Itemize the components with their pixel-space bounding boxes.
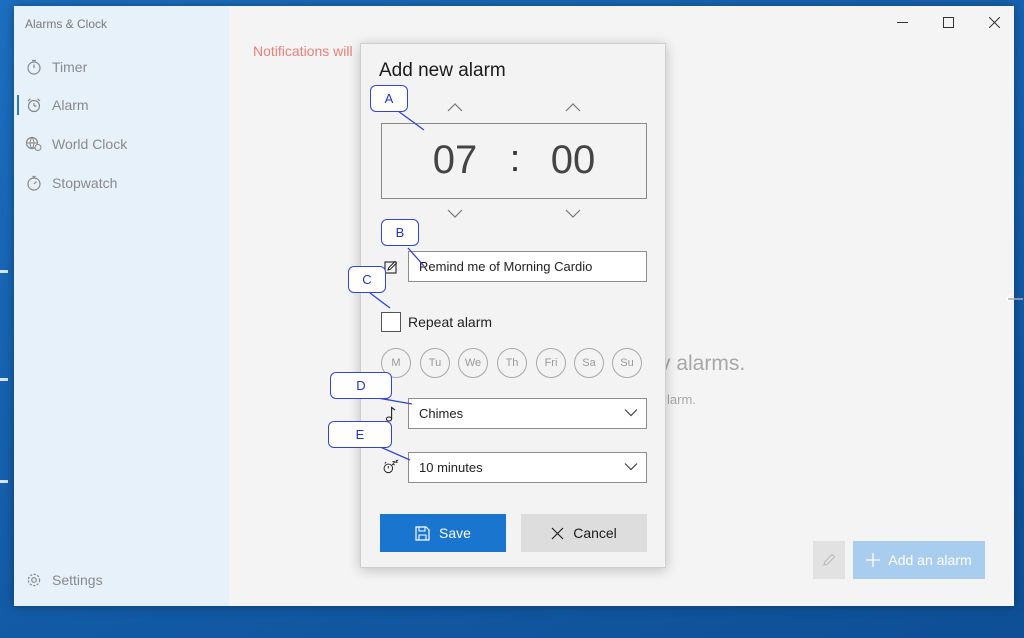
alarm-sound-select[interactable]: Chimes [408, 398, 647, 429]
chevron-down-icon [447, 209, 463, 218]
repeat-alarm-label: Repeat alarm [408, 314, 493, 330]
cancel-label: Cancel [573, 525, 617, 541]
alarm-clock-icon [23, 97, 45, 113]
snooze-icon [383, 459, 399, 475]
snooze-time-select[interactable]: 10 minutes [408, 452, 647, 483]
day-toggle-friday[interactable]: Fri [536, 348, 566, 378]
nav-item-stopwatch[interactable]: Stopwatch [14, 164, 229, 202]
resize-cursor-icon [1006, 294, 1023, 304]
nav-item-label: Settings [52, 572, 103, 588]
nav-item-timer[interactable]: Timer [14, 48, 229, 86]
desktop-icon-fragment [0, 270, 8, 273]
close-button[interactable] [971, 9, 1014, 35]
globe-icon [23, 136, 45, 152]
alarm-name-value: Remind me of Morning Cardio [419, 259, 593, 274]
chevron-down-icon [624, 463, 638, 471]
day-toggle-tuesday[interactable]: Tu [420, 348, 450, 378]
close-icon [551, 527, 564, 539]
repeat-alarm-checkbox[interactable] [381, 312, 401, 332]
chevron-down-icon [565, 209, 581, 218]
snooze-time-value: 10 minutes [419, 460, 483, 475]
annotation-c: C [348, 266, 386, 293]
minute-increase-button[interactable] [563, 101, 583, 113]
alarm-name-input[interactable]: Remind me of Morning Cardio [408, 251, 647, 282]
day-toggle-saturday[interactable]: Sa [574, 348, 604, 378]
hour-value[interactable]: 07 [420, 138, 490, 183]
nav-item-label: Stopwatch [52, 175, 118, 191]
maximize-button[interactable] [925, 9, 971, 35]
desktop-icon-fragment [0, 378, 8, 381]
alarm-sound-value: Chimes [419, 406, 464, 421]
nav-item-world-clock[interactable]: World Clock [14, 125, 229, 163]
day-toggle-wednesday[interactable]: We [458, 348, 488, 378]
chevron-down-icon [624, 409, 638, 417]
nav-item-label: Alarm [52, 97, 89, 113]
save-icon [415, 525, 430, 541]
annotation-d: D [330, 372, 392, 399]
maximize-icon [942, 16, 954, 28]
gear-icon [23, 572, 45, 588]
hour-increase-button[interactable] [445, 101, 465, 113]
nav-pane: Alarms & Clock Timer Alarm World Clock S… [14, 6, 229, 606]
notification-warning: Notifications will [253, 43, 353, 59]
app-title: Alarms & Clock [25, 17, 108, 31]
empty-state-subtitle: larm. [667, 392, 696, 407]
stopwatch-icon [23, 175, 45, 191]
add-alarm-label: Add an alarm [888, 552, 972, 568]
pencil-icon [823, 553, 836, 566]
minimize-button[interactable] [879, 9, 925, 35]
minute-value[interactable]: 00 [538, 138, 608, 183]
empty-state-title: y alarms. [660, 352, 746, 375]
selection-indicator [17, 95, 19, 115]
chevron-up-icon [447, 102, 463, 111]
nav-item-label: Timer [52, 59, 88, 75]
nav-item-settings[interactable]: Settings [14, 561, 229, 599]
hour-decrease-button[interactable] [445, 207, 465, 219]
annotation-e: E [328, 421, 392, 448]
plus-icon [866, 553, 881, 567]
day-toggle-sunday[interactable]: Su [612, 348, 642, 378]
edit-alarms-button[interactable] [813, 541, 845, 579]
minimize-icon [896, 21, 908, 23]
timer-icon [23, 59, 45, 75]
day-toggle-thursday[interactable]: Th [497, 348, 527, 378]
cancel-button[interactable]: Cancel [521, 514, 647, 552]
time-picker[interactable]: 07 : 00 [381, 123, 647, 199]
nav-item-label: World Clock [52, 136, 128, 152]
time-separator: : [509, 138, 521, 180]
save-label: Save [439, 525, 471, 541]
desktop-icon-fragment [0, 480, 8, 483]
minute-decrease-button[interactable] [563, 207, 583, 219]
music-note-icon [383, 406, 399, 422]
annotation-a: A [370, 85, 408, 112]
dialog-title: Add new alarm [379, 60, 506, 81]
nav-item-alarm[interactable]: Alarm [14, 86, 229, 124]
annotation-b: B [381, 219, 419, 246]
add-alarm-button[interactable]: Add an alarm [853, 541, 985, 579]
add-alarm-dialog: Add new alarm 07 : 00 Remind me of Morni… [360, 43, 666, 568]
close-icon [988, 16, 1000, 28]
save-button[interactable]: Save [380, 514, 506, 552]
chevron-up-icon [565, 102, 581, 111]
